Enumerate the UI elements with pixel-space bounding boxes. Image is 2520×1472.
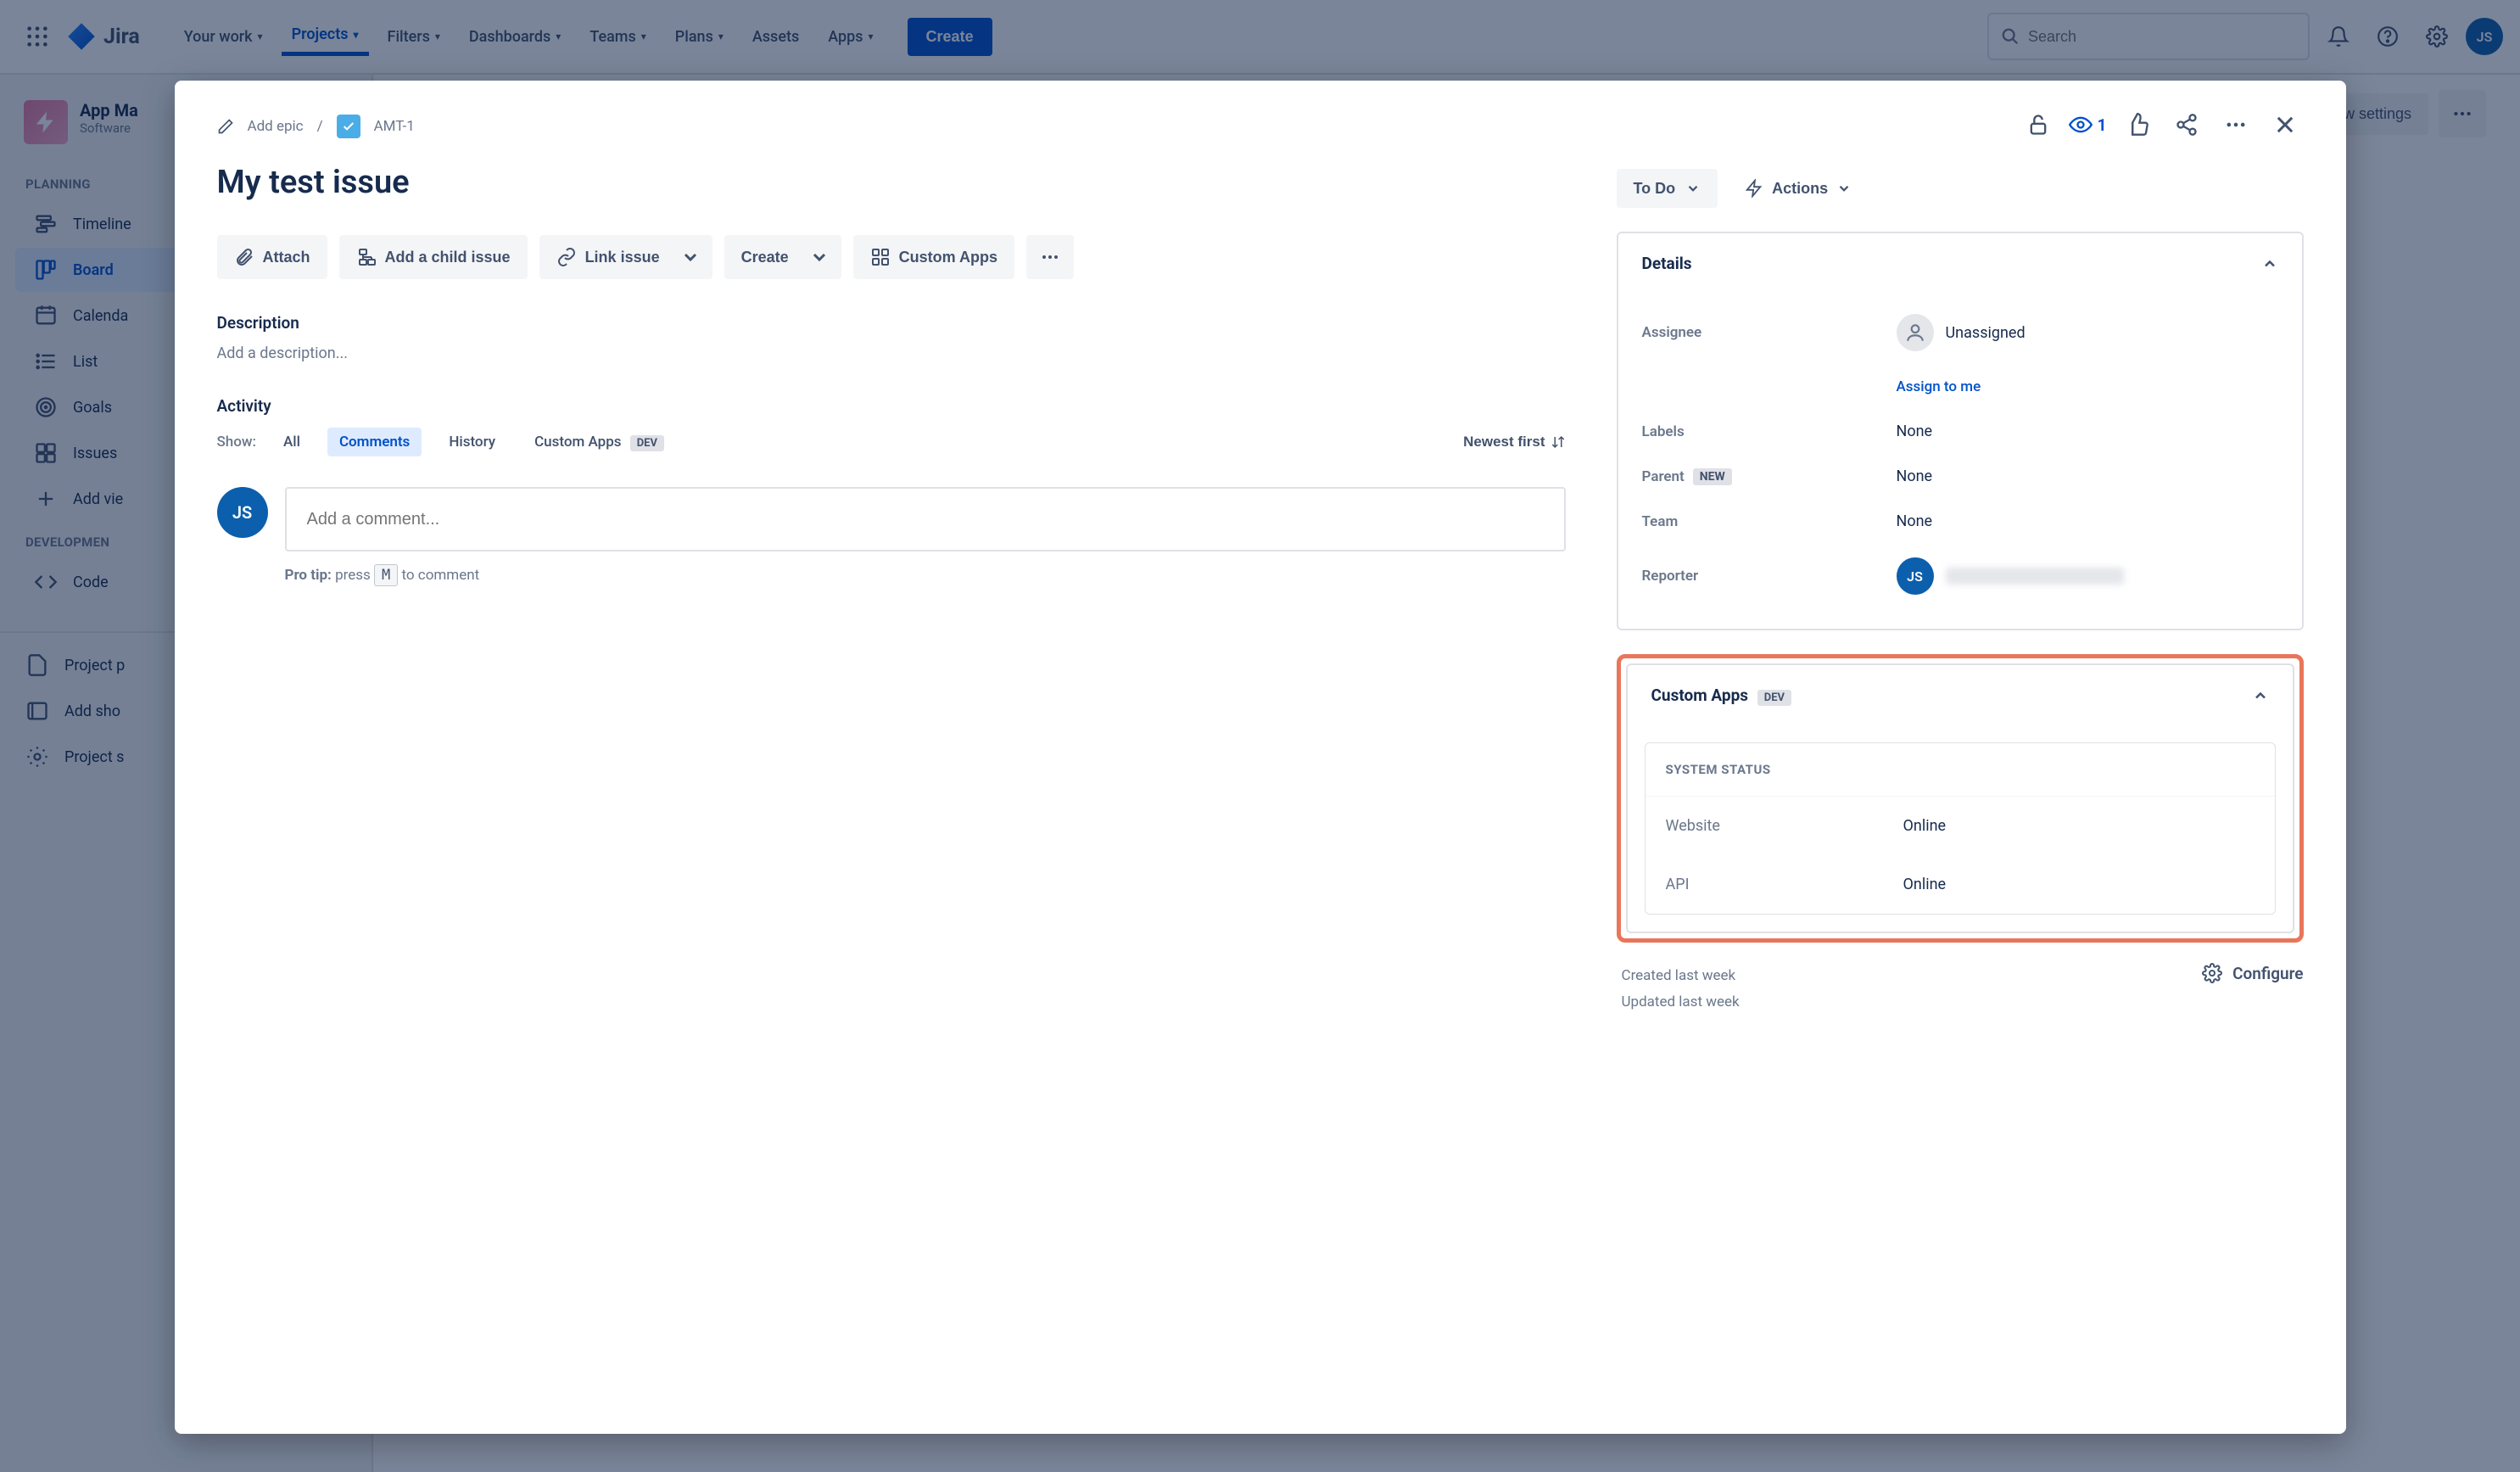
chevron-up-icon xyxy=(2261,255,2278,272)
system-status-heading: SYSTEM STATUS xyxy=(1646,743,2275,797)
custom-apps-highlight: Custom Apps DEV SYSTEM STATUS Website On… xyxy=(1617,654,2304,943)
assign-to-me-link[interactable]: Assign to me xyxy=(1897,378,1981,395)
assignee-value[interactable]: Unassigned xyxy=(1946,324,2025,342)
task-icon xyxy=(337,115,360,138)
parent-label: Parent NEW xyxy=(1642,468,1897,485)
comment-avatar: JS xyxy=(217,487,268,538)
custom-apps-button[interactable]: Custom Apps xyxy=(853,235,1014,279)
assignee-label: Assignee xyxy=(1642,324,1897,341)
team-label: Team xyxy=(1642,513,1897,530)
create-subtask-button[interactable]: Create xyxy=(724,235,797,279)
close-icon[interactable] xyxy=(2266,106,2304,143)
link-issue-button[interactable]: Link issue xyxy=(539,235,668,279)
sort-button[interactable]: Newest first xyxy=(1463,434,1565,451)
share-icon[interactable] xyxy=(2168,106,2205,143)
labels-value[interactable]: None xyxy=(1897,423,2278,440)
description-placeholder[interactable]: Add a description... xyxy=(217,344,1566,362)
issue-title[interactable]: My test issue xyxy=(217,164,1566,201)
reporter-avatar: JS xyxy=(1897,557,1934,595)
reporter-value[interactable]: JS xyxy=(1897,557,2278,595)
details-panel-header[interactable]: Details xyxy=(1618,233,2302,294)
modal-overlay: Add epic / AMT-1 My test issue Attach Ad… xyxy=(0,0,2520,1472)
more-icon[interactable] xyxy=(2217,106,2255,143)
chevron-up-icon xyxy=(2252,687,2269,704)
lock-icon[interactable] xyxy=(2020,106,2057,143)
link-issue-dropdown-icon[interactable] xyxy=(668,235,712,279)
kbd-m: M xyxy=(374,564,398,586)
dev-badge: DEV xyxy=(630,435,664,451)
custom-apps-panel-header[interactable]: Custom Apps DEV xyxy=(1628,665,2293,725)
tab-comments[interactable]: Comments xyxy=(327,428,422,456)
system-row-api: API Online xyxy=(1646,855,2275,914)
vote-icon[interactable] xyxy=(2119,106,2156,143)
add-epic-link[interactable]: Add epic xyxy=(248,118,304,135)
issue-key[interactable]: AMT-1 xyxy=(374,118,415,135)
more-actions-icon[interactable] xyxy=(1026,235,1074,279)
reporter-name-redacted xyxy=(1946,568,2124,585)
description-heading: Description xyxy=(217,313,1566,333)
created-date: Created last week xyxy=(1622,963,1740,989)
parent-value[interactable]: None xyxy=(1897,467,2278,485)
watchers-button[interactable]: 1 xyxy=(2069,113,2107,137)
status-dropdown[interactable]: To Do xyxy=(1617,169,1718,208)
activity-heading: Activity xyxy=(217,396,1566,416)
team-value[interactable]: None xyxy=(1897,512,2278,530)
comment-input[interactable] xyxy=(285,487,1566,551)
details-panel: Details Assignee Unassigned xyxy=(1617,232,2304,630)
show-label: Show: xyxy=(217,434,256,451)
breadcrumb: Add epic / AMT-1 xyxy=(217,115,1566,138)
new-badge: NEW xyxy=(1693,468,1732,485)
add-child-issue-button[interactable]: Add a child issue xyxy=(339,235,528,279)
unassigned-avatar-icon xyxy=(1897,314,1934,351)
tab-custom-apps[interactable]: Custom Apps DEV xyxy=(522,428,676,456)
configure-button[interactable]: Configure xyxy=(2202,963,2303,983)
edit-icon[interactable] xyxy=(217,118,234,135)
system-row-website: Website Online xyxy=(1646,797,2275,855)
tab-history[interactable]: History xyxy=(437,428,507,456)
tab-all[interactable]: All xyxy=(271,428,312,456)
custom-apps-panel: Custom Apps DEV SYSTEM STATUS Website On… xyxy=(1626,663,2294,933)
pro-tip: Pro tip: press M to comment xyxy=(285,567,1566,584)
issue-modal: Add epic / AMT-1 My test issue Attach Ad… xyxy=(175,81,2346,1434)
dev-badge: DEV xyxy=(1757,690,1791,706)
reporter-label: Reporter xyxy=(1642,568,1897,585)
labels-label: Labels xyxy=(1642,423,1897,440)
attach-button[interactable]: Attach xyxy=(217,235,327,279)
updated-date: Updated last week xyxy=(1622,989,1740,1016)
actions-dropdown[interactable]: Actions xyxy=(1731,169,1865,208)
create-dropdown-icon[interactable] xyxy=(797,235,841,279)
system-status-card: SYSTEM STATUS Website Online API Online xyxy=(1645,742,2276,915)
